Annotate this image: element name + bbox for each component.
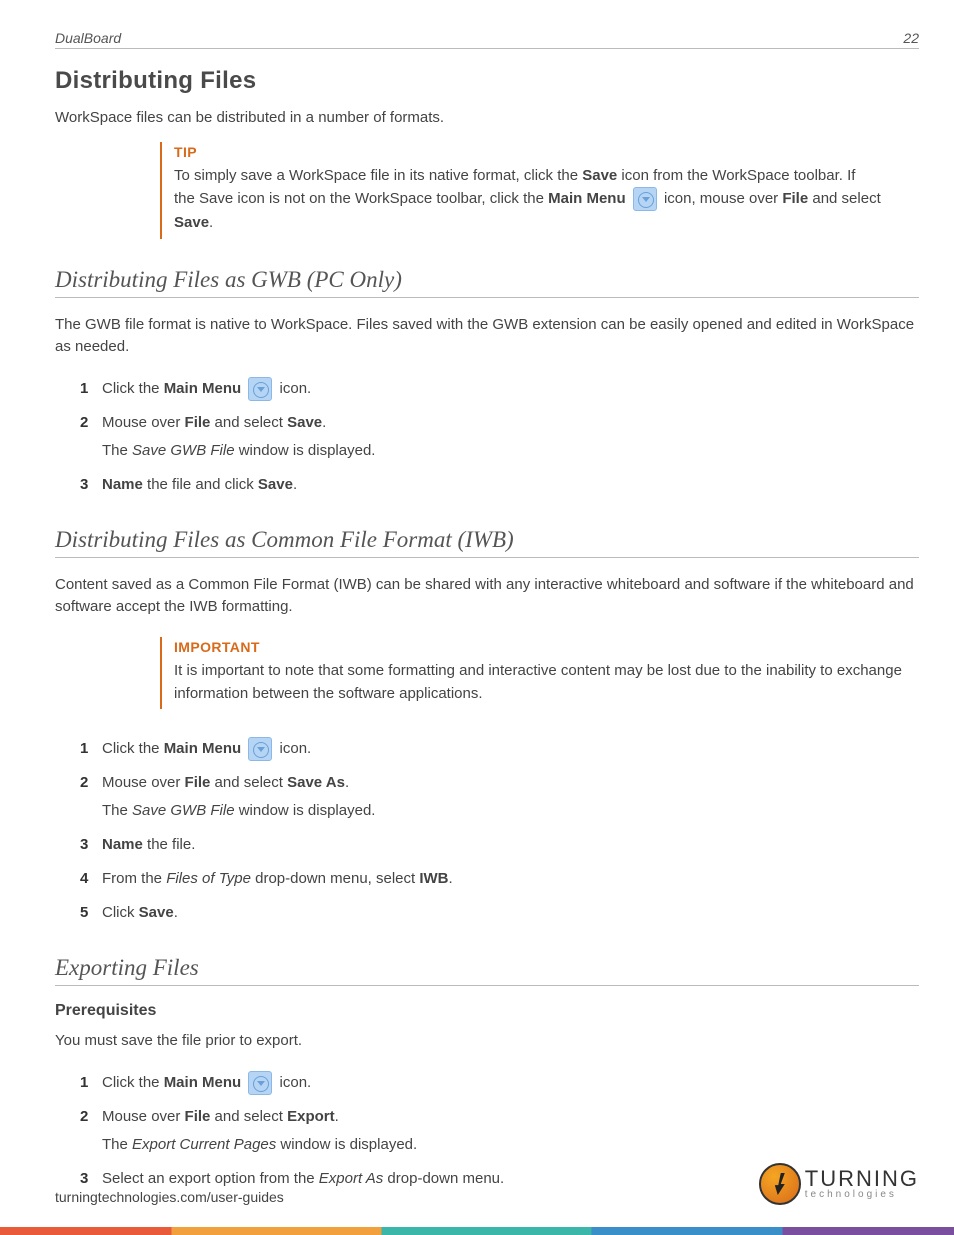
main-menu-icon (248, 737, 272, 761)
page-number: 22 (903, 30, 919, 46)
logo-text-big: TURNING (805, 1168, 919, 1190)
main-menu-icon (633, 187, 657, 211)
turning-logo-icon (759, 1163, 801, 1205)
steps-list: 1 Click the Main Menu icon. 2 Mouse over… (80, 737, 919, 925)
section-body: You must save the file prior to export. (55, 1030, 919, 1053)
logo-text-small: technologies (805, 1190, 919, 1200)
important-callout: IMPORTANT It is important to note that s… (160, 637, 919, 710)
turning-logo: TURNING technologies (759, 1163, 919, 1205)
important-body: It is important to note that some format… (174, 659, 907, 706)
steps-list: 1 Click the Main Menu icon. 2 Mouse over… (80, 377, 919, 497)
section-heading-gwb: Distributing Files as GWB (PC Only) (55, 267, 919, 298)
step-item: 3 Name the file. (80, 833, 919, 857)
doc-title: DualBoard (55, 30, 121, 46)
section-body: The GWB file format is native to WorkSpa… (55, 314, 919, 359)
section-body: Content saved as a Common File Format (I… (55, 574, 919, 619)
tip-body: To simply save a WorkSpace file in its n… (174, 164, 907, 235)
section-heading-iwb: Distributing Files as Common File Format… (55, 527, 919, 558)
step-item: 1 Click the Main Menu icon. (80, 377, 919, 401)
important-label: IMPORTANT (174, 639, 907, 655)
page-header: DualBoard 22 (55, 30, 919, 49)
tip-callout: TIP To simply save a WorkSpace file in i… (160, 142, 919, 239)
decorative-stripe (0, 1227, 954, 1235)
section-heading-export: Exporting Files (55, 955, 919, 986)
footer-url: turningtechnologies.com/user-guides (55, 1189, 284, 1205)
step-item: 3 Name the file and click Save. (80, 473, 919, 497)
intro-text: WorkSpace files can be distributed in a … (55, 109, 919, 126)
tip-label: TIP (174, 144, 907, 160)
step-item: 1 Click the Main Menu icon. (80, 737, 919, 761)
step-item: 2 Mouse over File and select Save. The S… (80, 411, 919, 463)
step-item: 2 Mouse over File and select Save As. Th… (80, 771, 919, 823)
step-item: 5 Click Save. (80, 901, 919, 925)
step-item: 1 Click the Main Menu icon. (80, 1071, 919, 1095)
main-heading: Distributing Files (55, 67, 919, 95)
main-menu-icon (248, 1071, 272, 1095)
main-menu-icon (248, 377, 272, 401)
step-item: 4 From the Files of Type drop-down menu,… (80, 867, 919, 891)
step-item: 2 Mouse over File and select Export. The… (80, 1105, 919, 1157)
page-footer: turningtechnologies.com/user-guides TURN… (55, 1163, 919, 1205)
prerequisites-heading: Prerequisites (55, 1002, 919, 1020)
